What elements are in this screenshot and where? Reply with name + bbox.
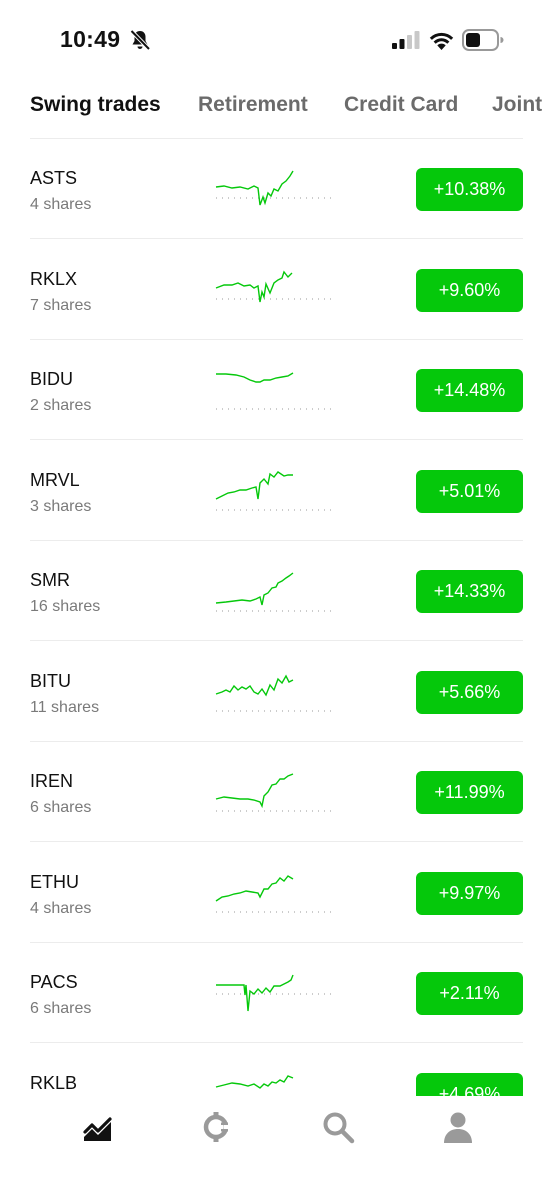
percent-change-button[interactable]: +4.69% xyxy=(416,1072,523,1096)
cellular-signal-icon xyxy=(392,31,420,49)
percent-change-button[interactable]: +10.38% xyxy=(416,168,523,211)
share-count: 7 shares xyxy=(30,296,92,314)
position-row-iren[interactable]: IREN 6 shares +11.99% xyxy=(0,742,553,842)
position-row-ethu[interactable]: ETHU 4 shares +9.97% xyxy=(0,843,553,943)
ticker-symbol: PACS xyxy=(30,972,78,992)
percent-change-button[interactable]: +9.60% xyxy=(416,268,523,312)
status-bar: 10:49 xyxy=(0,0,553,80)
percent-change-button[interactable]: +14.33% xyxy=(416,570,523,613)
sparkline-chart xyxy=(215,674,336,711)
sparkline-chart xyxy=(215,874,336,912)
share-count: 11 shares xyxy=(30,698,100,716)
share-count: 6 shares xyxy=(30,799,92,816)
share-count: 6 shares xyxy=(30,1000,92,1017)
battery-icon xyxy=(462,29,504,51)
tab-retirement[interactable]: Retirement xyxy=(198,93,308,117)
ticker-symbol: IREN xyxy=(30,771,74,791)
percent-change-button[interactable]: +14.48% xyxy=(416,369,523,412)
account-icon[interactable] xyxy=(441,1110,475,1144)
portfolio-chart-icon[interactable] xyxy=(81,1110,115,1144)
sparkline-chart xyxy=(216,974,336,1012)
sparkline-chart xyxy=(215,170,336,206)
tab-credit-card[interactable]: Credit Card xyxy=(344,93,458,117)
position-row-smr[interactable]: SMR 16 shares +14.33% xyxy=(0,541,553,641)
status-time: 10:49 xyxy=(60,26,121,52)
positions-list[interactable]: ASTS 4 shares +10.38% RKLX 7 shares +9.6… xyxy=(0,139,553,1096)
position-row-mrvl[interactable]: MRVL 3 shares +5.01% xyxy=(0,441,553,541)
percent-change-button[interactable]: +5.66% xyxy=(416,670,523,714)
percent-change-button[interactable]: +9.97% xyxy=(416,871,523,915)
position-row-pacs[interactable]: PACS 6 shares +2.11% xyxy=(0,943,553,1043)
percent-change-button[interactable]: +2.11% xyxy=(416,972,523,1015)
percent-change-button[interactable]: +5.01% xyxy=(416,469,523,513)
sparkline-chart xyxy=(215,470,336,510)
sparkline-chart xyxy=(215,773,336,812)
ticker-symbol: ETHU xyxy=(30,871,79,892)
sparkline-chart xyxy=(215,270,336,302)
share-count: 2 shares xyxy=(30,397,92,414)
position-row-bidu[interactable]: BIDU 2 shares +14.48% xyxy=(0,340,553,440)
ticker-symbol: BIDU xyxy=(30,369,74,389)
share-count: 3 shares xyxy=(30,497,92,515)
position-row-rklb[interactable]: RKLB +4.69% xyxy=(0,1044,553,1096)
share-count: 16 shares xyxy=(30,598,101,615)
ticker-symbol: MRVL xyxy=(30,469,80,490)
position-row-asts[interactable]: ASTS 4 shares +10.38% xyxy=(0,139,553,239)
share-count: 4 shares xyxy=(30,899,92,917)
ticker-symbol: BITU xyxy=(30,670,72,691)
tab-joint[interactable]: Joint xyxy=(492,93,542,117)
sparkline-chart xyxy=(215,1074,294,1089)
ticker-symbol: SMR xyxy=(30,570,70,590)
wifi-icon xyxy=(429,32,454,50)
position-row-rklx[interactable]: RKLX 7 shares +9.60% xyxy=(0,240,553,340)
account-tabs: Swing trades Retirement Credit Card Join… xyxy=(0,80,553,138)
percent-change-button[interactable]: +11.99% xyxy=(416,771,523,814)
search-icon[interactable] xyxy=(321,1110,355,1144)
crypto-icon[interactable] xyxy=(199,1110,233,1144)
sparkline-chart xyxy=(215,572,336,612)
bell-muted-icon xyxy=(130,29,151,51)
share-count: 4 shares xyxy=(30,196,92,213)
ticker-symbol: ASTS xyxy=(30,168,78,188)
bottom-nav xyxy=(0,1096,553,1200)
sparkline-chart xyxy=(216,372,336,410)
tab-swing-trades[interactable]: Swing trades xyxy=(30,93,161,117)
ticker-symbol: RKLX xyxy=(30,268,78,289)
position-row-bitu[interactable]: BITU 11 shares +5.66% xyxy=(0,642,553,742)
ticker-symbol: RKLB xyxy=(30,1072,78,1093)
